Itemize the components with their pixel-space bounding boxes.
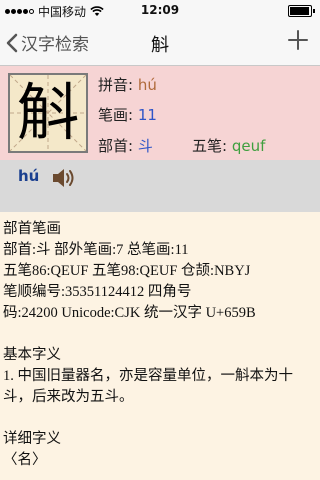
basic-meaning-line: 斗，后来改为五斗。 bbox=[3, 389, 134, 405]
strokes-row: 笔画: 11 bbox=[98, 104, 157, 125]
radical-label: 部首: bbox=[98, 137, 134, 155]
wubi-codes-line: 五笔86:QEUF 五笔98:QEUF 仓颉:NBYJ bbox=[3, 263, 251, 279]
play-audio-button[interactable] bbox=[51, 166, 79, 194]
radical-strokes-header: 部首笔画 bbox=[3, 221, 61, 237]
pinyin-label: 拼音: bbox=[98, 76, 134, 94]
pronunciation-bar: hú bbox=[0, 160, 320, 212]
radical-strokes-line: 部首:斗 部外笔画:7 总笔画:11 bbox=[3, 242, 189, 258]
character-glyph: 斛 bbox=[16, 76, 79, 149]
status-time: 12:09 bbox=[140, 3, 180, 17]
speaker-icon bbox=[53, 169, 74, 187]
plus-icon bbox=[288, 30, 308, 50]
page-title: 斛 bbox=[151, 35, 169, 56]
strokes-value: 11 bbox=[137, 106, 157, 124]
status-bar: 中国移动 12:09 bbox=[0, 0, 320, 20]
part-of-speech-tag: 〈名〉 bbox=[3, 452, 47, 468]
radical-value: 斗 bbox=[137, 137, 153, 155]
wubi-value: qeuf bbox=[231, 137, 266, 155]
basic-meaning-line: 1. 中国旧量器名，亦是容量单位，一斛本为十 bbox=[3, 368, 293, 384]
pinyin-value: hú bbox=[137, 76, 157, 94]
character-card: 斛 拼音: hú 笔画: 11 部首: 斗 五笔: qeuf bbox=[0, 66, 320, 160]
battery-icon bbox=[288, 5, 315, 17]
radical-row: 部首: 斗 bbox=[98, 135, 153, 156]
pronunciation-pinyin: hú bbox=[18, 167, 40, 185]
pinyin-row: 拼音: hú bbox=[98, 74, 157, 95]
strokes-label: 笔画: bbox=[98, 106, 134, 124]
add-button[interactable] bbox=[288, 28, 308, 56]
wubi-row: 五笔: qeuf bbox=[192, 135, 265, 156]
basic-meaning-header: 基本字义 bbox=[3, 347, 61, 363]
wubi-label: 五笔: bbox=[192, 137, 228, 155]
stroke-order-line: 笔顺编号:35351124412 四角号 bbox=[3, 284, 192, 300]
detailed-meaning-header: 详细字义 bbox=[3, 431, 61, 447]
unicode-line: 码:24200 Unicode:CJK 统一汉字 U+659B bbox=[3, 305, 256, 321]
definition-content: 部首笔画 部首:斗 部外笔画:7 总笔画:11 五笔86:QEUF 五笔98:Q… bbox=[3, 219, 319, 471]
character-grid-box: 斛 bbox=[8, 73, 88, 153]
navigation-bar: 汉字检索 斛 bbox=[0, 20, 320, 66]
